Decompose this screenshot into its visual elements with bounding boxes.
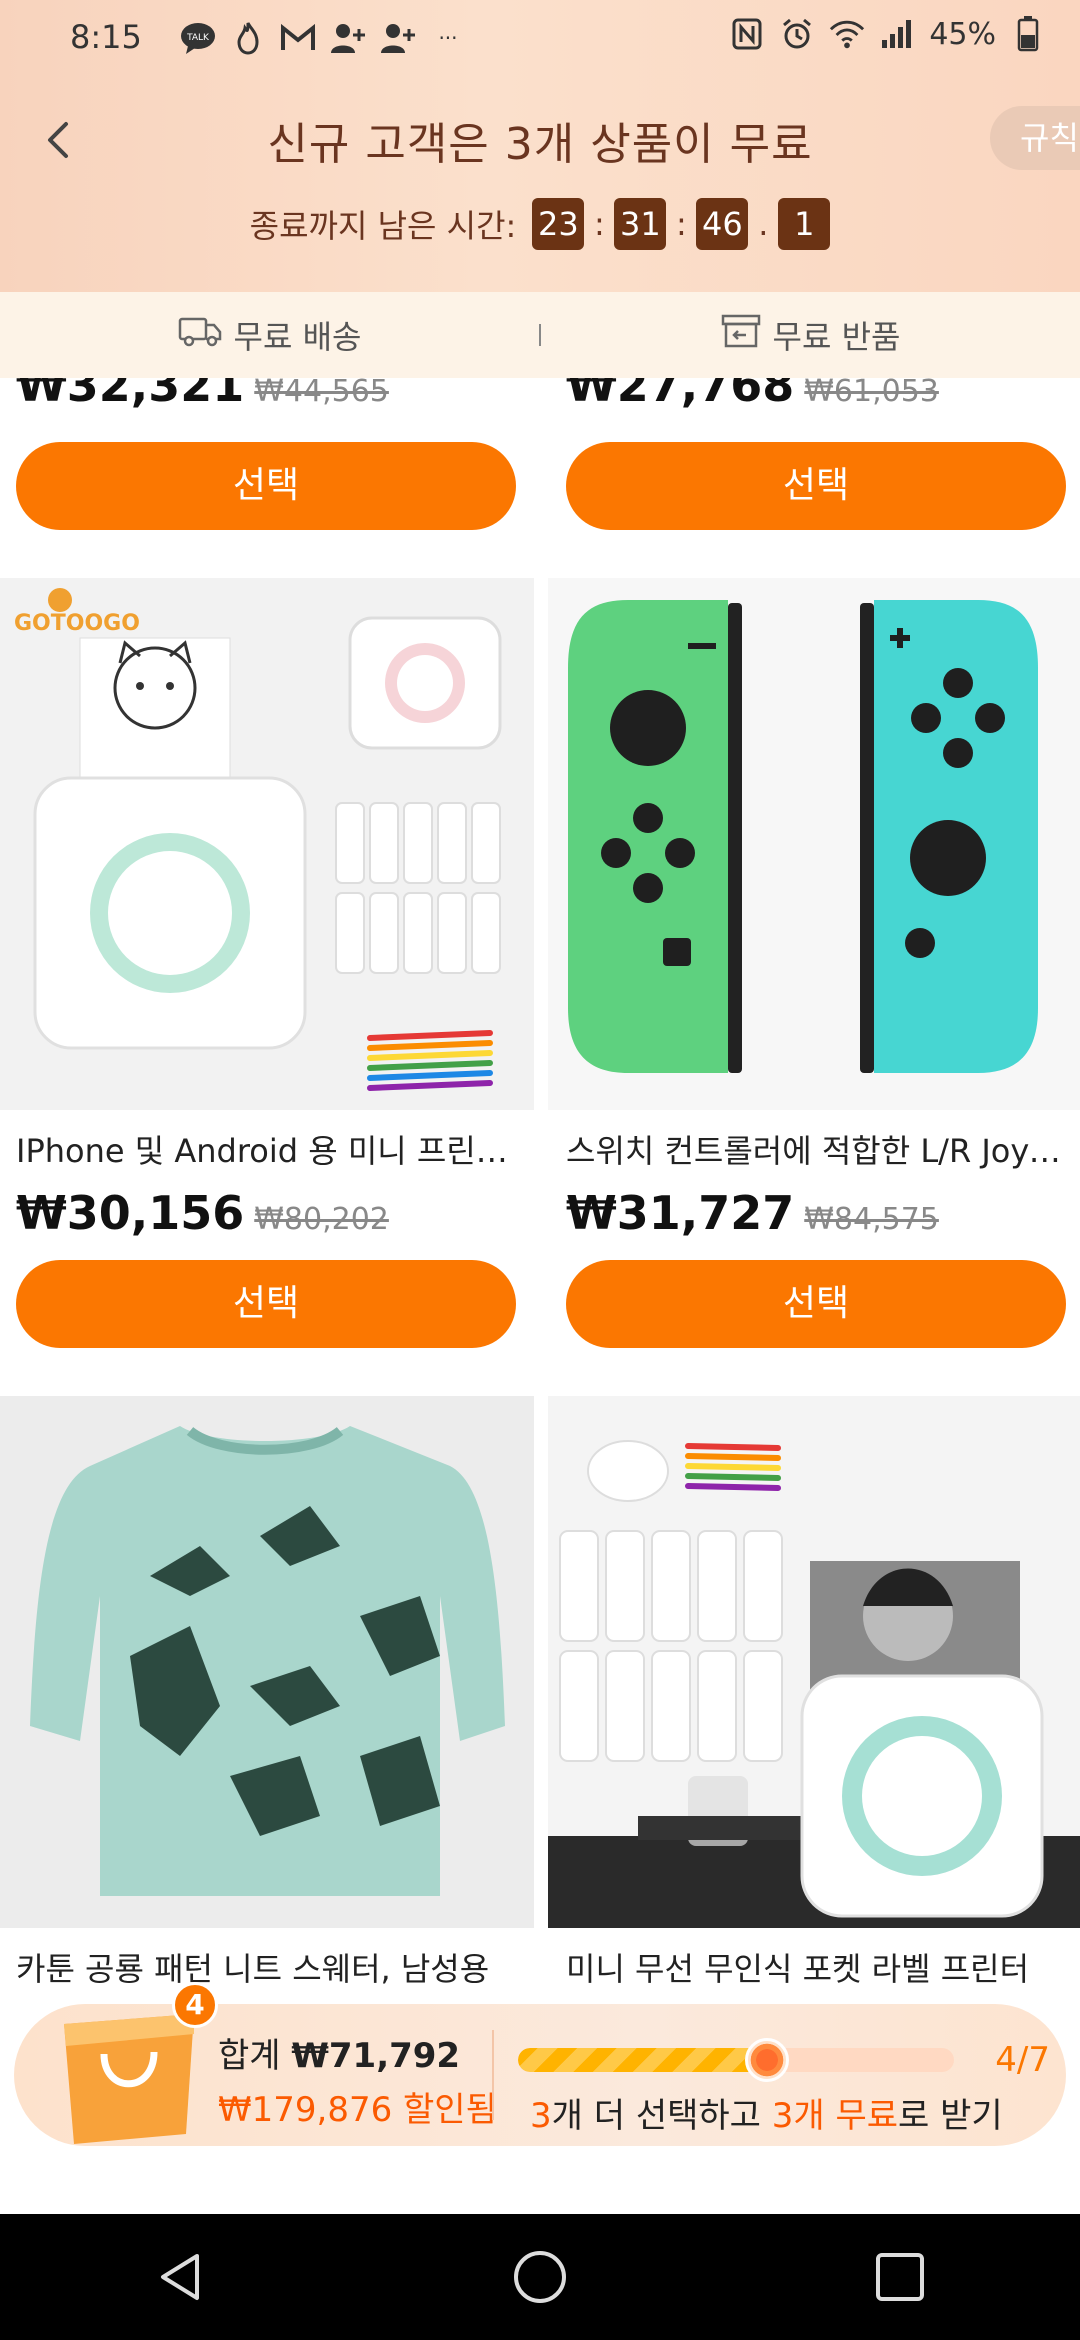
product-price: ₩30,156 (16, 1186, 245, 1240)
free-shipping-benefit: 무료 배송 (0, 312, 539, 358)
return-box-icon (721, 313, 761, 357)
nfc-icon (729, 16, 765, 52)
alarm-icon (779, 16, 815, 52)
free-item-progress-bar (518, 2048, 954, 2072)
circle-home-icon (514, 2251, 566, 2303)
product-price: ₩32,321 (16, 378, 245, 412)
battery-icon (1010, 16, 1046, 52)
product-price-row: ₩31,727 ₩84,575 (566, 1186, 939, 1240)
hint-text: 개 더 선택하고 (551, 2096, 772, 2136)
countdown-seconds: 46 (696, 198, 749, 250)
hint-remaining-count: 3 (530, 2096, 552, 2136)
countdown-separator: : (593, 205, 605, 243)
select-button[interactable]: 선택 (566, 442, 1066, 530)
nav-recents-button[interactable] (860, 2237, 940, 2317)
product-price: ₩27,768 (566, 378, 795, 412)
promo-header: 8:15 TALK ··· 45% 신규 고객은 3개 상품이 무료 규칙 종료… (0, 0, 1080, 292)
signal-icon (879, 16, 915, 52)
add-friend-icon (330, 20, 366, 56)
svg-text:TALK: TALK (186, 33, 210, 43)
select-button[interactable]: 선택 (566, 1260, 1066, 1348)
countdown-minutes: 31 (614, 198, 667, 250)
progress-count: 4/7 (995, 2040, 1050, 2080)
status-time: 8:15 (70, 18, 142, 56)
truck-icon (178, 315, 222, 355)
product-grid: ₩32,321 ₩44,565 ₩27,768 ₩61,053 선택 선택 GO… (0, 378, 1080, 2214)
nav-back-button[interactable] (140, 2237, 220, 2317)
system-navigation-bar (0, 2214, 1080, 2340)
benefits-bar: 무료 배송 무료 반품 (0, 292, 1080, 378)
system-status: 45% (729, 16, 1046, 52)
cart-discount: ₩179,876 할인됨 (218, 2090, 497, 2130)
hint-free-count: 3개 무료 (771, 2096, 899, 2136)
nav-home-button[interactable] (500, 2237, 580, 2317)
free-return-benefit: 무료 반품 (541, 312, 1080, 358)
square-recents-icon (876, 2253, 924, 2301)
product-title[interactable]: 스위치 컨트롤러에 적합한 L/R Joy-Con (566, 1126, 1066, 1172)
product-image-dinosaur-sweater[interactable] (0, 1396, 534, 1928)
cart-total: 합계 ₩71,792 (218, 2028, 460, 2077)
product-original-price: ₩61,053 (804, 378, 939, 409)
cart-divider (492, 2030, 494, 2120)
product-image-mini-printer[interactable]: GOTOOGO (0, 578, 534, 1110)
gmail-icon (280, 20, 316, 56)
product-price-row: ₩32,321 ₩44,565 (16, 378, 389, 412)
countdown-separator: : (675, 205, 687, 243)
product-title[interactable]: 미니 무선 무인식 포켓 라벨 프린터 (566, 1944, 1066, 1990)
rules-button[interactable]: 규칙 (990, 106, 1080, 170)
progress-knob (744, 2038, 789, 2082)
select-button[interactable]: 선택 (16, 442, 516, 530)
product-original-price: ₩44,565 (254, 378, 389, 409)
more-notifications-icon: ··· (438, 26, 458, 50)
wifi-icon (829, 16, 865, 52)
product-title[interactable]: IPhone 및 Android 용 미니 프린터 휴대용 (16, 1126, 516, 1172)
hint-text-end: 로 받기 (898, 2096, 1003, 2136)
cart-hint: 3개 더 선택하고 3개 무료로 받기 (530, 2088, 1003, 2137)
product-original-price: ₩80,202 (254, 1202, 389, 1237)
free-shipping-label: 무료 배송 (233, 318, 362, 356)
cart-total-value: ₩71,792 (291, 2036, 461, 2076)
countdown-tenths: 1 (778, 198, 831, 250)
battery-percent: 45% (929, 16, 996, 52)
product-image-label-printer[interactable] (548, 1396, 1080, 1928)
status-bar: 8:15 TALK ··· 45% (0, 0, 1080, 80)
page-title: 신규 고객은 3개 상품이 무료 (267, 119, 813, 170)
countdown-label: 종료까지 남은 시간: (249, 207, 517, 245)
svg-text:GOTOOGO: GOTOOGO (14, 611, 140, 636)
countdown-separator: . (758, 205, 769, 243)
fire-icon (230, 20, 266, 56)
kakaotalk-icon: TALK (180, 20, 216, 56)
free-return-label: 무료 반품 (772, 318, 901, 356)
product-original-price: ₩84,575 (804, 1202, 939, 1237)
countdown-hours: 23 (532, 198, 585, 250)
countdown-timer: 종료까지 남은 시간: 23 : 31 : 46 . 1 (0, 198, 1080, 250)
product-image-joycon[interactable] (548, 578, 1080, 1110)
add-friend-icon-2 (380, 20, 416, 56)
progress-fill (518, 2048, 767, 2072)
cart-total-label: 합계 (218, 2036, 281, 2076)
select-button[interactable]: 선택 (16, 1260, 516, 1348)
product-price-row: ₩27,768 ₩61,053 (566, 378, 939, 412)
cart-count-badge: 4 (172, 1982, 218, 2028)
product-price-row: ₩30,156 ₩80,202 (16, 1186, 389, 1240)
triangle-back-icon (161, 2254, 199, 2300)
cart-summary-bar[interactable]: 4 합계 ₩71,792 ₩179,876 할인됨 4/7 3개 더 선택하고 … (14, 1982, 1066, 2146)
notification-icons: TALK ··· (180, 20, 466, 56)
product-price: ₩31,727 (566, 1186, 795, 1240)
